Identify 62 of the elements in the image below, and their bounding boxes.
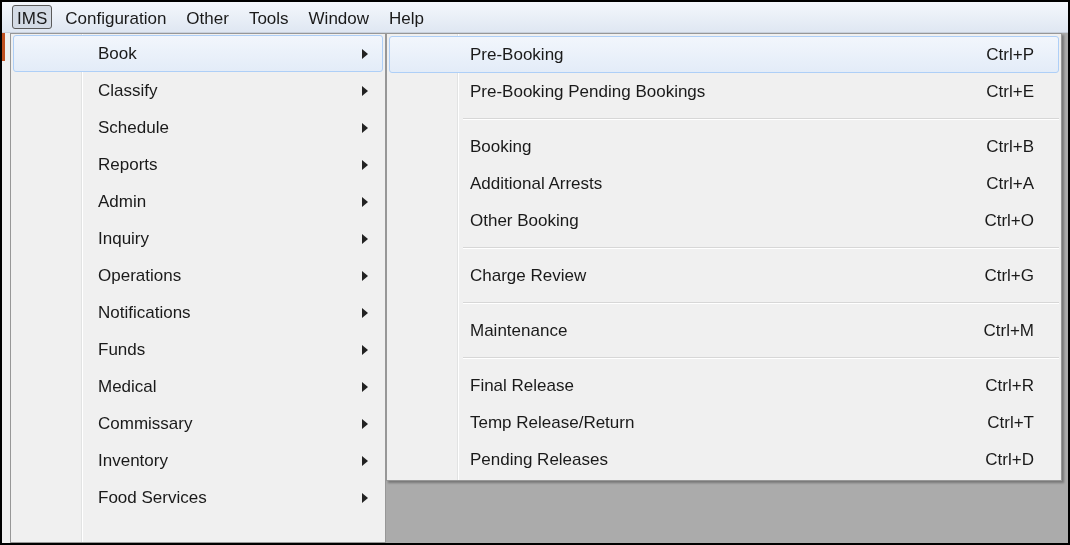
menu-item-label: Charge Review <box>470 264 588 287</box>
menu-bar-item[interactable]: Configuration <box>58 5 174 29</box>
submenu-arrow-icon <box>362 307 368 318</box>
menu-item[interactable]: Commissary <box>13 405 383 442</box>
menu-item[interactable]: Notifications <box>13 294 383 331</box>
submenu-arrow-icon <box>362 418 368 429</box>
menu-item[interactable]: Food Services <box>13 479 383 516</box>
menu-item[interactable]: Inquiry <box>13 220 383 257</box>
menu-item[interactable]: Operations <box>13 257 383 294</box>
submenu-arrow-icon <box>362 492 368 503</box>
shortcut-label: Ctrl+R <box>985 374 1034 397</box>
shortcut-label: Ctrl+D <box>985 448 1034 471</box>
menu-bar-item[interactable]: Help <box>382 5 431 29</box>
shortcut-label: Ctrl+P <box>986 43 1034 66</box>
menu-bar-item[interactable]: IMS <box>12 5 53 29</box>
menu-item-label: Maintenance <box>470 319 569 342</box>
menu-item-label: Pre-Booking <box>470 43 565 66</box>
shortcut-label: Ctrl+O <box>984 209 1034 232</box>
submenu-arrow-icon <box>362 344 368 355</box>
shortcut-label: Ctrl+T <box>987 411 1034 434</box>
submenu-item[interactable]: Charge Review Ctrl+G <box>389 257 1059 294</box>
submenu-item[interactable]: Other Booking Ctrl+O <box>389 202 1059 239</box>
menu-item[interactable]: Inventory <box>13 442 383 479</box>
menu-item-label: Pending Releases <box>470 448 609 471</box>
menu-item[interactable]: Classify <box>13 72 383 109</box>
submenu-item[interactable]: Maintenance Ctrl+M <box>389 312 1059 349</box>
submenu-item[interactable]: Final Release Ctrl+R <box>389 367 1059 404</box>
menu-item-label: Booking <box>470 135 533 158</box>
menu-bar-item[interactable]: Tools <box>241 5 296 29</box>
menu-item-label: Final Release <box>470 374 575 397</box>
shortcut-label: Ctrl+M <box>983 319 1034 342</box>
menu-item-label: Temp Release/Return <box>470 411 636 434</box>
submenu-arrow-icon <box>362 85 368 96</box>
menu-item-label: Other Booking <box>470 209 580 232</box>
submenu-arrow-icon <box>362 233 368 244</box>
menu-item[interactable]: Funds <box>13 331 383 368</box>
shortcut-label: Ctrl+B <box>986 135 1034 158</box>
shortcut-label: Ctrl+E <box>986 80 1034 103</box>
submenu-item[interactable]: Pre-Booking Ctrl+P <box>389 36 1059 73</box>
menu-bar-item[interactable]: Other <box>179 5 236 29</box>
submenu-arrow-icon <box>362 455 368 466</box>
submenu-arrow-icon <box>362 122 368 133</box>
menu-item[interactable]: Schedule <box>13 109 383 146</box>
submenu-item[interactable]: Additional Arrests Ctrl+A <box>389 165 1059 202</box>
submenu-item[interactable]: Booking Ctrl+B <box>389 128 1059 165</box>
menu-item[interactable]: Reports <box>13 146 383 183</box>
menu-item[interactable]: Medical <box>13 368 383 405</box>
submenu-arrow-icon <box>362 159 368 170</box>
shortcut-label: Ctrl+A <box>986 172 1034 195</box>
submenu-arrow-icon <box>362 196 368 207</box>
submenu-arrow-icon <box>362 381 368 392</box>
menu-item[interactable]: Admin <box>13 183 383 220</box>
shortcut-label: Ctrl+G <box>984 264 1034 287</box>
submenu-item[interactable]: Pre-Booking Pending Bookings Ctrl+E <box>389 73 1059 110</box>
menu-item-label: Pre-Booking Pending Bookings <box>470 80 707 103</box>
submenu-item[interactable]: Pending Releases Ctrl+D <box>389 441 1059 478</box>
menu-item-label: Additional Arrests <box>470 172 604 195</box>
menu-bar-item[interactable]: Window <box>301 5 377 29</box>
menu-item[interactable]: Book <box>13 35 383 72</box>
submenu-item[interactable]: Temp Release/Return Ctrl+T <box>389 404 1059 441</box>
submenu-arrow-icon <box>362 48 368 59</box>
submenu-arrow-icon <box>362 270 368 281</box>
